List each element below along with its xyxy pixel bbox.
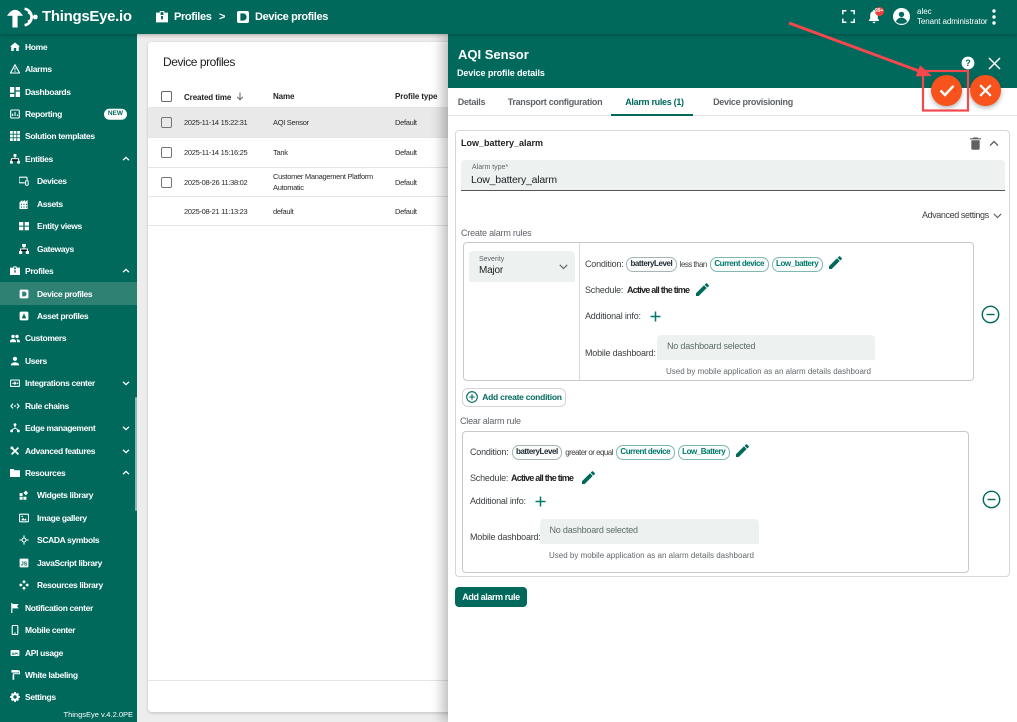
svg-text:API: API (11, 650, 18, 655)
svg-text:JS: JS (20, 561, 27, 567)
svg-text:?: ? (965, 58, 971, 68)
